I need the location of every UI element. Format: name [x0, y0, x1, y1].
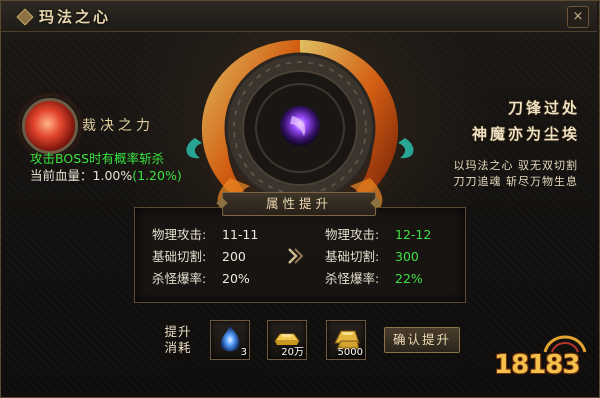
cost-label: 提升 消耗 [163, 324, 193, 356]
attribute-value-upgraded: 12-12 [395, 227, 432, 242]
attribute-label: 物理攻击: [152, 227, 207, 242]
hp-next: (1.20%) [132, 168, 182, 183]
red-spiral-orb-icon [22, 98, 78, 154]
attribute-row: 基础切割: 300 [325, 246, 431, 268]
attribute-header: 属性提升 [222, 192, 376, 216]
item-count: 3 [240, 347, 247, 358]
cost-label-line-2: 消耗 [164, 340, 192, 355]
attribute-label: 杀怪爆率: [152, 271, 207, 286]
skill-description: 攻击BOSS时有概率斩杀 [30, 151, 165, 166]
hp-current: 1.00% [92, 168, 133, 183]
cost-label-line-1: 提升 [164, 324, 192, 339]
close-button[interactable]: × [567, 6, 589, 28]
attribute-value-upgraded: 22% [395, 271, 423, 286]
attribute-value: 20% [222, 271, 250, 286]
cost-item-slot[interactable]: 5000 [326, 320, 366, 360]
slogan-sub-line-1: 以玛法之心 驭无双切割 [453, 159, 578, 172]
attribute-label: 基础切割: [325, 249, 380, 264]
attribute-row: 基础切割: 200 [152, 246, 258, 268]
attribute-value-upgraded: 300 [395, 249, 419, 264]
slogan-sub-line-2: 刀刀追魂 斩尽万物生息 [453, 175, 578, 188]
confirm-upgrade-button[interactable]: 确认提升 [384, 327, 460, 353]
attribute-row: 物理攻击: 12-12 [325, 224, 431, 246]
current-attributes: 物理攻击: 11-11 基础切割: 200 杀怪爆率: 20% [152, 224, 258, 290]
title-ornament-icon [16, 8, 34, 26]
skill-description-block: 攻击BOSS时有概率斩杀 当前血量：1.00%(1.20%) [30, 150, 182, 184]
slogan-subtext: 以玛法之心 驭无双切割 刀刀追魂 斩尽万物生息 [454, 158, 579, 190]
attribute-value: 11-11 [222, 227, 259, 242]
item-count: 20万 [281, 347, 304, 358]
double-chevron-right-icon [284, 245, 306, 267]
slogan: 刀锋过处 神魔亦为尘埃 [472, 97, 580, 144]
slogan-line-2: 神魔亦为尘埃 [471, 125, 580, 143]
attribute-row: 杀怪爆率: 22% [325, 268, 431, 290]
next-attributes: 物理攻击: 12-12 基础切割: 300 杀怪爆率: 22% [325, 224, 431, 290]
attribute-label: 基础切割: [152, 249, 207, 264]
skill-name: 裁决之力 [82, 118, 154, 134]
arrow-glyph [288, 248, 304, 264]
cost-item-slot[interactable]: 3 [210, 320, 250, 360]
attribute-row: 物理攻击: 11-11 [152, 224, 258, 246]
hp-line: 当前血量：1.00%(1.20%) [30, 167, 182, 184]
hp-label: 当前血量： [30, 168, 93, 183]
attribute-label: 物理攻击: [325, 227, 380, 242]
site-watermark-logo: 18183 [494, 350, 580, 380]
window-title: 玛法之心 [39, 8, 112, 26]
attribute-label: 杀怪爆率: [325, 271, 380, 286]
cost-item-slot[interactable]: 20万 [267, 320, 307, 360]
slogan-line-1: 刀锋过处 [507, 99, 580, 117]
attribute-value: 200 [222, 249, 246, 264]
attribute-row: 杀怪爆率: 20% [152, 268, 258, 290]
item-count: 5000 [337, 347, 363, 358]
